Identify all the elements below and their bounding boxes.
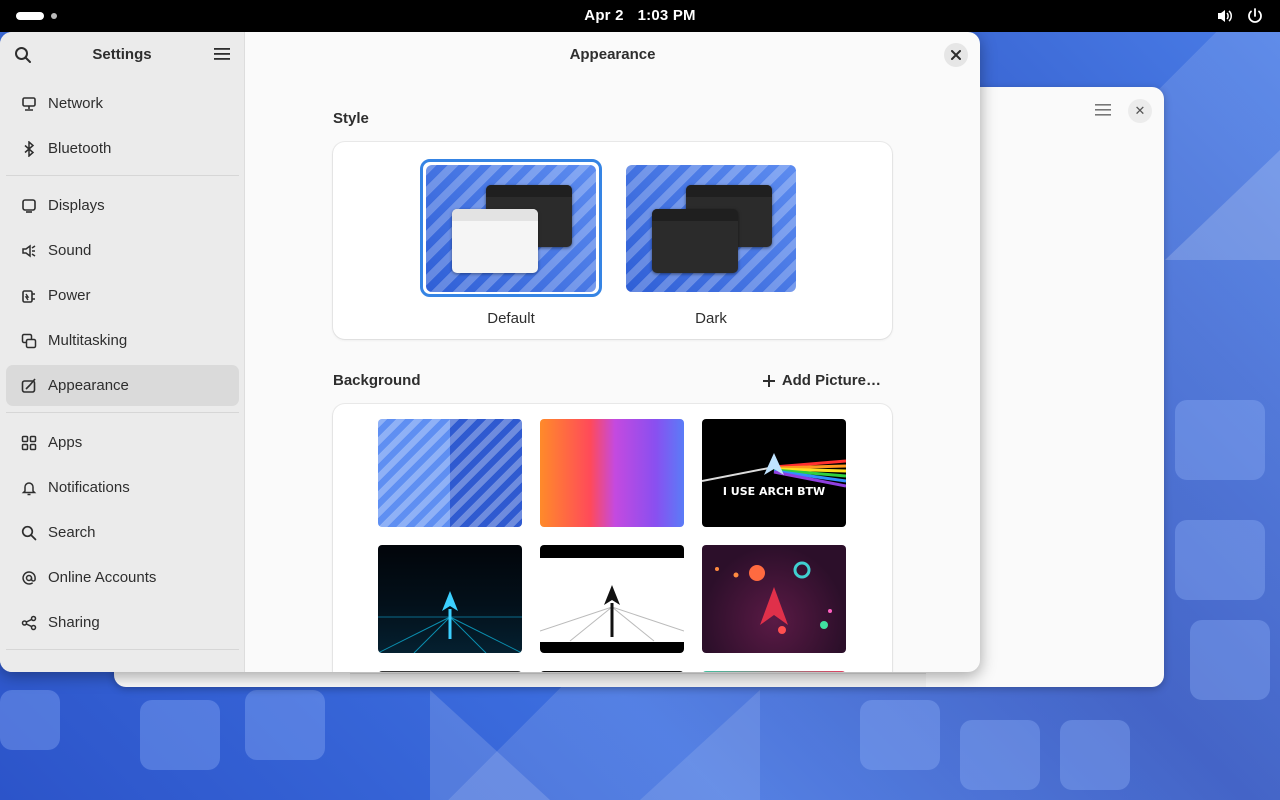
bluetooth-icon (20, 140, 38, 158)
clock-date: Apr 2 (584, 7, 624, 24)
share-icon (20, 614, 38, 632)
clock[interactable]: Apr 2 1:03 PM (0, 7, 1280, 24)
hamburger-menu-icon[interactable] (214, 47, 230, 61)
wallpaper-arch-planets[interactable] (702, 545, 846, 653)
sidebar-item-displays[interactable]: Displays (6, 185, 239, 226)
sidebar-item-bluetooth[interactable]: Bluetooth (6, 128, 239, 169)
sidebar-item-label: Appearance (48, 377, 129, 394)
preview-dark-window-front (652, 209, 738, 273)
sidebar-item-appearance[interactable]: Appearance (6, 365, 239, 406)
background-card: I USE ARCH BTW (333, 404, 892, 672)
style-card: Default Dark (333, 142, 892, 339)
clock-time: 1:03 PM (637, 7, 696, 24)
network-icon (20, 95, 38, 113)
power-plug-icon (20, 287, 38, 305)
sidebar-item-label: Sound (48, 242, 92, 259)
main-content: Appearance Style Default Dark Background… (245, 32, 980, 672)
settings-window: Settings Network Bluetooth Displays Soun… (0, 32, 980, 672)
close-icon[interactable]: ✕ (1128, 99, 1152, 123)
sidebar-item-label: Notifications (48, 479, 130, 496)
sidebar-item-network[interactable]: Network (6, 83, 239, 124)
sidebar-item-notifications[interactable]: Notifications (6, 467, 239, 508)
wallpaper-arch-neon[interactable] (378, 545, 522, 653)
wallpaper-arch-prism[interactable]: I USE ARCH BTW (702, 419, 846, 527)
wallpaper-arch-mono[interactable] (540, 545, 684, 653)
sidebar-item-power[interactable]: Power (6, 275, 239, 316)
sidebar-item-label: Network (48, 95, 104, 112)
add-picture-button[interactable]: Add Picture… (762, 372, 881, 389)
window-close-button[interactable] (944, 43, 968, 67)
sidebar-item-label: Displays (48, 197, 105, 214)
neon-road-graphic (378, 591, 522, 653)
sidebar-item-label: Multitasking (48, 332, 128, 349)
style-thumbnail-default (426, 165, 596, 292)
top-bar: Apr 2 1:03 PM (0, 0, 1280, 32)
arch-caption: I USE ARCH BTW (722, 485, 826, 498)
planets-graphic (715, 561, 832, 634)
style-option-dark[interactable]: Dark (621, 160, 801, 327)
sidebar-item-sharing[interactable]: Sharing (6, 602, 239, 643)
style-option-label: Dark (695, 310, 727, 327)
page-title: Appearance (569, 46, 656, 63)
display-icon (20, 197, 38, 215)
sidebar-item-online-accounts[interactable]: Online Accounts (6, 557, 239, 598)
sidebar-separator (6, 649, 239, 650)
wallpaper-gradient[interactable] (540, 419, 684, 527)
sidebar-item-sound[interactable]: Sound (6, 230, 239, 271)
wallpaper-partial-2[interactable] (540, 671, 684, 672)
style-section-label: Style (333, 110, 369, 127)
sidebar-header: Settings (0, 32, 244, 78)
apps-grid-icon (20, 434, 38, 452)
wallpaper-blue-triangles[interactable] (378, 419, 522, 527)
sidebar-item-label: Search (48, 524, 96, 541)
system-tray[interactable] (1216, 7, 1264, 25)
background-window-strip (350, 673, 926, 687)
wallpaper-partial-1[interactable] (378, 671, 522, 672)
sidebar-item-label: Apps (48, 434, 83, 451)
sidebar-nav: Network Bluetooth Displays Sound Power M… (6, 83, 239, 659)
plus-icon (762, 374, 775, 387)
sidebar-item-label: Online Accounts (48, 569, 157, 586)
wallpaper-partial-3[interactable] (702, 671, 846, 672)
sidebar: Settings Network Bluetooth Displays Soun… (0, 32, 245, 672)
search-icon (20, 524, 38, 542)
sidebar-item-search[interactable]: Search (6, 512, 239, 553)
style-thumbnail-dark (626, 165, 796, 292)
add-picture-label: Add Picture… (781, 372, 881, 389)
sidebar-item-multitasking[interactable]: Multitasking (6, 320, 239, 361)
sidebar-item-apps[interactable]: Apps (6, 422, 239, 463)
sidebar-item-label: Power (48, 287, 91, 304)
close-icon (951, 50, 961, 60)
power-icon[interactable] (1246, 7, 1264, 25)
prism-graphic (702, 453, 846, 488)
background-section-label: Background (333, 372, 421, 389)
multitasking-icon (20, 332, 38, 350)
sidebar-item-label: Bluetooth (48, 140, 112, 157)
sidebar-item-label: Sharing (48, 614, 100, 631)
menu-icon[interactable] (1095, 103, 1111, 117)
speaker-icon (20, 242, 38, 260)
preview-light-window (452, 209, 538, 273)
style-option-default[interactable]: Default (420, 159, 602, 327)
mono-road-graphic (540, 585, 684, 642)
sidebar-title: Settings (92, 46, 152, 63)
appearance-icon (20, 377, 38, 395)
bell-icon (20, 479, 38, 497)
sidebar-separator (6, 412, 239, 413)
at-icon (20, 569, 38, 587)
volume-icon[interactable] (1216, 7, 1234, 25)
style-option-label: Default (487, 310, 535, 327)
sidebar-separator (6, 175, 239, 176)
